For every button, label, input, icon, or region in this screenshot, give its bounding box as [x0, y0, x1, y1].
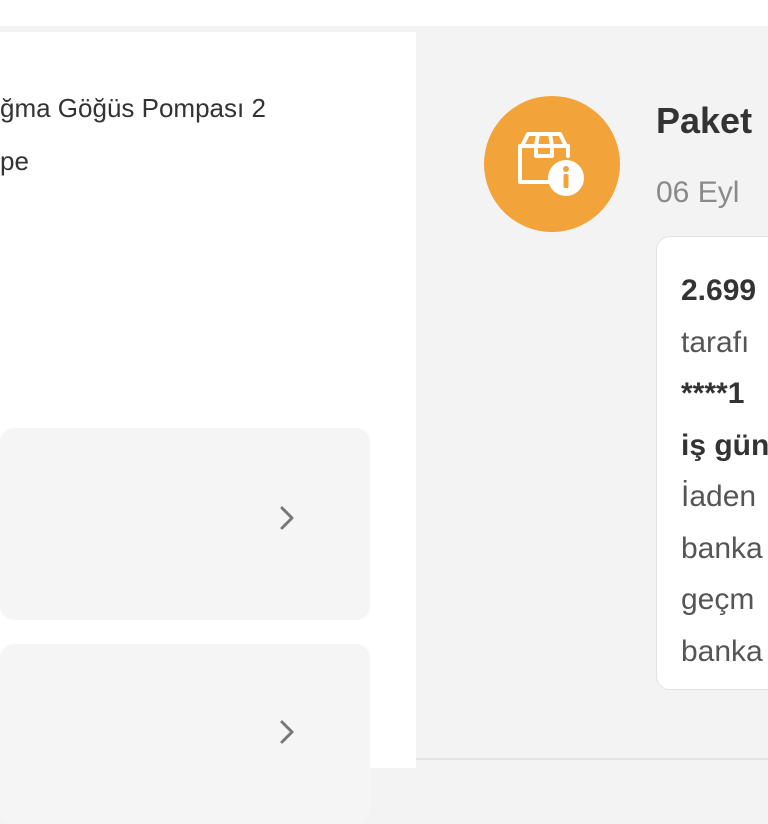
status-title: Paket: [656, 100, 753, 141]
message-line: banka: [681, 634, 763, 668]
option-card[interactable]: [0, 428, 370, 620]
product-title-line: pe: [0, 146, 29, 176]
top-bar: [0, 0, 768, 26]
divider: [416, 758, 768, 760]
chevron-right-icon: [280, 720, 294, 744]
message-line: banka: [681, 531, 763, 565]
message-line: geçm: [681, 583, 755, 616]
package-info-icon: [518, 132, 584, 196]
masked-card-number: ****1: [681, 377, 745, 410]
refund-message-card: 2.699 tarafı ****1 iş gün İaden banka ge…: [656, 236, 768, 690]
refund-message-text: 2.699 tarafı ****1 iş gün İaden banka ge…: [681, 265, 768, 677]
order-product-panel: ğma Göğüs Pompası 2 pe: [0, 32, 416, 824]
status-date: 06 Eyl: [656, 176, 740, 209]
refund-amount: 2.699: [681, 274, 757, 307]
option-card[interactable]: [0, 644, 370, 824]
message-line: İaden: [681, 480, 757, 513]
status-icon-circle: [484, 96, 620, 232]
chevron-right-icon: [280, 506, 294, 530]
product-title[interactable]: ğma Göğüs Pompası 2 pe: [0, 82, 410, 188]
message-line: tarafı: [681, 325, 750, 359]
business-days-text: iş gün: [681, 428, 768, 462]
product-title-line: ğma Göğüs Pompası 2: [0, 93, 266, 123]
